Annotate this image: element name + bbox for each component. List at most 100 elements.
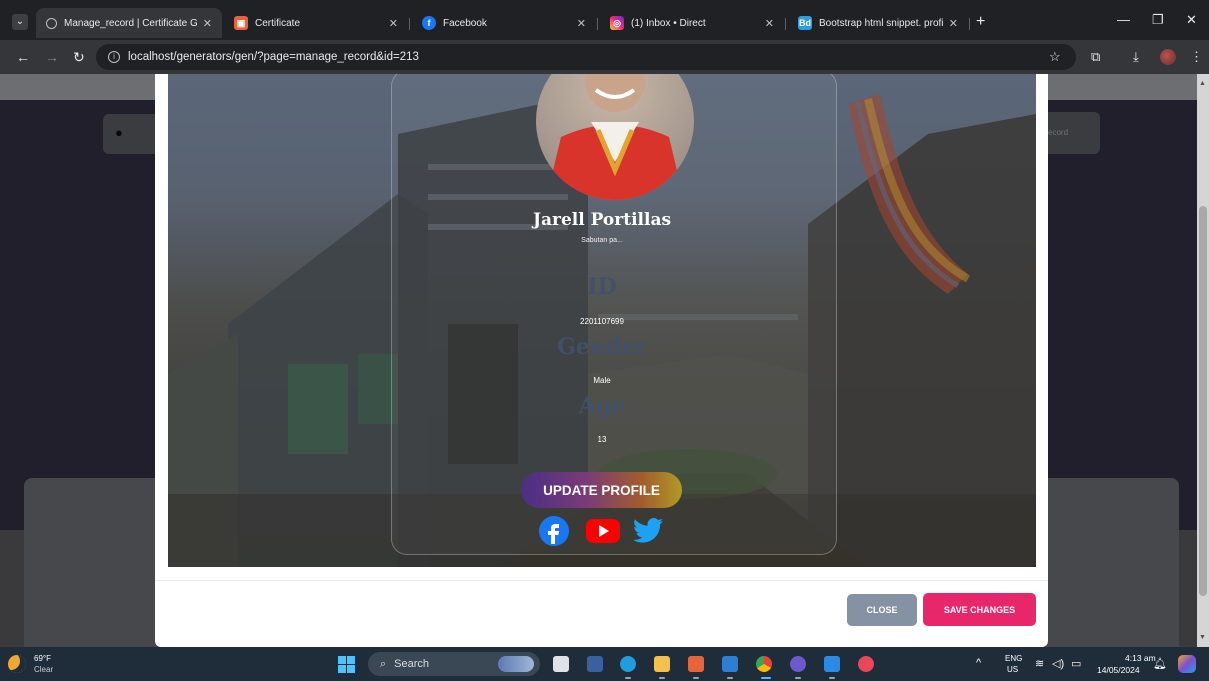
- notification-bell-icon[interactable]: 🔔︎: [1153, 657, 1167, 670]
- photos-icon[interactable]: [722, 656, 738, 672]
- battery-icon[interactable]: ▭: [1071, 657, 1081, 670]
- facebook-icon: f: [422, 16, 436, 30]
- volume-icon[interactable]: ◁): [1052, 657, 1064, 670]
- tab-separator: [969, 18, 970, 30]
- save-changes-button[interactable]: SAVE CHANGES: [923, 593, 1036, 626]
- reload-icon[interactable]: ↻: [73, 49, 85, 66]
- windows-taskbar: 69°F Clear ⌕ Search ^ ENG US ≋ ◁) ▭ 4:13…: [0, 647, 1209, 681]
- forward-arrow-icon[interactable]: →: [45, 49, 59, 65]
- bookmark-star-icon[interactable]: ☆: [1049, 49, 1061, 65]
- field-value-age: 13: [597, 435, 607, 444]
- twitter-icon[interactable]: [630, 514, 666, 548]
- tab-separator: [785, 18, 786, 30]
- tab-label: Bootstrap html snippet. profile: [819, 17, 943, 29]
- back-arrow-icon[interactable]: ←: [16, 49, 30, 65]
- tab-bootstrap-snippet[interactable]: Bd Bootstrap html snippet. profile ✕: [788, 8, 968, 38]
- running-indicator: [659, 677, 665, 679]
- bootdey-icon: Bd: [798, 16, 812, 30]
- edit-profile-modal: Jarell Portillas Sabutan pa... ID 220110…: [155, 74, 1048, 647]
- tab-close-icon[interactable]: ✕: [765, 17, 774, 30]
- address-bar[interactable]: i localhost/generators/gen/?page=manage_…: [96, 44, 1076, 70]
- youtube-icon[interactable]: [583, 514, 623, 548]
- scroll-thumb[interactable]: [1199, 206, 1207, 596]
- certificate-app-icon: ▣: [234, 16, 248, 30]
- page-scrollbar[interactable]: ▲ ▼: [1197, 74, 1209, 647]
- widgets-icon[interactable]: [498, 656, 534, 672]
- tab-label: (1) Inbox • Direct: [631, 17, 706, 29]
- browser-menu-icon[interactable]: ⋮: [1190, 49, 1203, 65]
- browser-tab-strip: ⌄ Manage_record | Certificate Ge ✕ ▣ Cer…: [0, 0, 1209, 40]
- browser-toolbar: ← → ↻ i localhost/generators/gen/?page=m…: [0, 40, 1209, 74]
- tab-close-icon[interactable]: ✕: [577, 17, 586, 30]
- language-indicator[interactable]: ENG: [1005, 654, 1022, 663]
- edge-icon[interactable]: [620, 656, 636, 672]
- record-button: ecord: [1040, 112, 1100, 154]
- tab-search-menu[interactable]: ⌄: [12, 14, 28, 30]
- tab-close-icon[interactable]: ✕: [203, 17, 212, 30]
- field-value-gender: Male: [593, 376, 611, 385]
- profile-bio: Sabutan pa...: [581, 237, 623, 244]
- vscode-icon[interactable]: [824, 656, 840, 672]
- copilot-icon[interactable]: [1178, 655, 1196, 673]
- app-icon[interactable]: [858, 656, 874, 672]
- profile-avatar-icon[interactable]: [1160, 49, 1176, 65]
- scroll-up-icon[interactable]: ▲: [1199, 80, 1206, 87]
- task-view-icon[interactable]: [553, 656, 569, 672]
- search-icon: ⌕: [380, 657, 387, 670]
- chrome-icon[interactable]: [756, 656, 772, 672]
- record-label: ecord: [1048, 128, 1069, 137]
- field-label-gender: Gender: [557, 334, 647, 360]
- globe-icon: [46, 17, 57, 29]
- update-profile-button[interactable]: UPDATE PROFILE: [521, 472, 682, 508]
- running-indicator: [829, 677, 835, 679]
- window-close-icon[interactable]: ✕: [1186, 12, 1197, 28]
- weather-temperature[interactable]: 69°F: [34, 654, 51, 663]
- field-label-id: ID: [587, 274, 617, 300]
- scroll-down-icon[interactable]: ▼: [1199, 634, 1206, 641]
- instagram-icon: ◎: [610, 16, 624, 30]
- tab-label: Certificate: [255, 17, 301, 29]
- chat-app-icon[interactable]: [587, 656, 603, 672]
- windows-start-icon[interactable]: [338, 656, 355, 673]
- tab-certificate[interactable]: ▣ Certificate ✕: [224, 8, 408, 38]
- tab-close-icon[interactable]: ✕: [389, 17, 398, 30]
- tray-chevron-up-icon[interactable]: ^: [976, 657, 981, 669]
- tab-instagram-inbox[interactable]: ◎ (1) Inbox • Direct ✕: [600, 8, 784, 38]
- clock-time[interactable]: 4:13 am: [1125, 653, 1156, 663]
- tab-manage-record[interactable]: Manage_record | Certificate Ge ✕: [36, 8, 222, 38]
- restore-icon[interactable]: ❐: [1152, 12, 1164, 28]
- site-info-icon[interactable]: i: [108, 51, 120, 63]
- tab-label: Manage_record | Certificate Ge: [64, 17, 197, 29]
- modal-footer-divider: [155, 580, 1048, 581]
- tab-separator: [409, 18, 410, 30]
- screen: ⌄ Manage_record | Certificate Ge ✕ ▣ Cer…: [0, 0, 1209, 681]
- region-indicator[interactable]: US: [1007, 665, 1018, 674]
- extensions-icon[interactable]: ⧉: [1091, 49, 1100, 65]
- clock-date[interactable]: 14/05/2024: [1097, 665, 1140, 675]
- tab-label: Facebook: [443, 17, 487, 29]
- wifi-icon[interactable]: ≋: [1035, 657, 1044, 670]
- minimize-icon[interactable]: —: [1117, 12, 1130, 27]
- tab-close-icon[interactable]: ✕: [949, 17, 958, 30]
- profile-background-photo: Jarell Portillas Sabutan pa... ID 220110…: [168, 74, 1036, 567]
- search-placeholder: Search: [394, 658, 430, 670]
- url-text: localhost/generators/gen/?page=manage_re…: [128, 51, 419, 63]
- user-icon: ●: [103, 114, 163, 154]
- certificate-app-icon[interactable]: [688, 656, 704, 672]
- new-tab-button[interactable]: +: [976, 13, 985, 31]
- app-icon[interactable]: [790, 656, 806, 672]
- active-indicator: [761, 677, 771, 679]
- facebook-icon[interactable]: [536, 514, 572, 548]
- download-icon[interactable]: ⤓: [1133, 49, 1139, 65]
- tab-facebook[interactable]: f Facebook ✕: [412, 8, 596, 38]
- tab-separator: [597, 18, 598, 30]
- running-indicator: [795, 677, 801, 679]
- running-indicator: [625, 677, 631, 679]
- close-button[interactable]: CLOSE: [847, 594, 917, 626]
- running-indicator: [727, 677, 733, 679]
- weather-moon-icon[interactable]: [8, 655, 26, 673]
- running-indicator: [693, 677, 699, 679]
- file-explorer-icon[interactable]: [654, 656, 670, 672]
- weather-condition[interactable]: Clear: [34, 665, 53, 674]
- field-value-id: 2201107699: [580, 317, 624, 326]
